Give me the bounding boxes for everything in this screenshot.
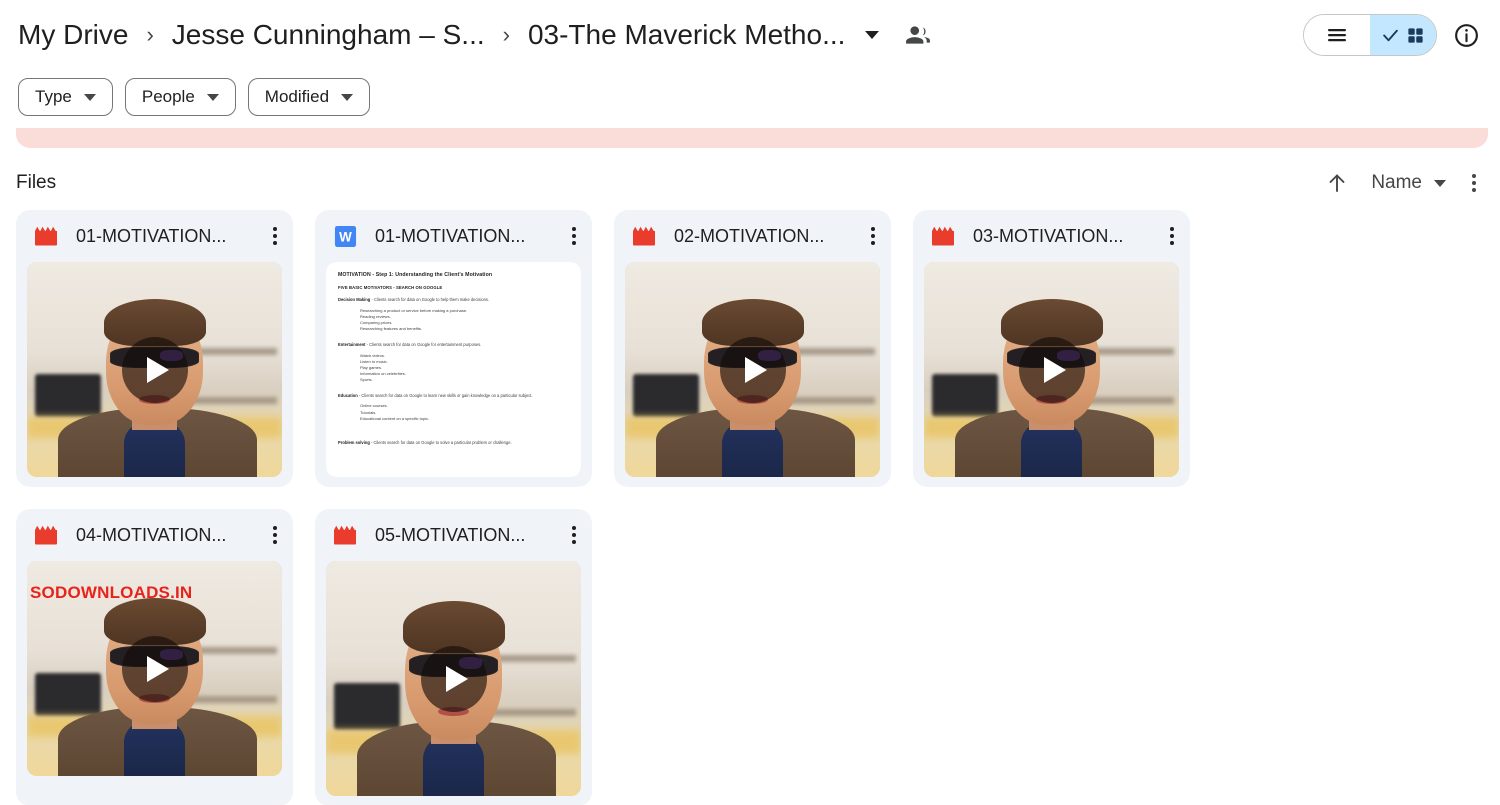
doc-list: Online courses. Tutorials. Educational c… bbox=[360, 403, 569, 422]
doc-paragraph: Education - Clients search for data on G… bbox=[338, 392, 533, 398]
file-name: 02-MOTIVATION... bbox=[674, 225, 825, 246]
file-thumbnail[interactable] bbox=[625, 262, 880, 477]
doc-title: MOTIVATION - Step 1: Understanding the C… bbox=[338, 272, 493, 278]
file-card[interactable]: W 01-MOTIVATION... MOTIVATION - Step 1: … bbox=[315, 210, 592, 487]
list-view-button[interactable] bbox=[1304, 15, 1370, 55]
file-thumbnail[interactable] bbox=[924, 262, 1179, 477]
file-card[interactable]: 02-MOTIVATION... bbox=[614, 210, 891, 487]
file-name: 01-MOTIVATION... bbox=[76, 225, 227, 246]
people-icon[interactable] bbox=[905, 22, 931, 48]
file-thumbnail[interactable]: SODOWNLOADS.IN bbox=[27, 561, 282, 776]
grid-view-button[interactable] bbox=[1370, 15, 1436, 55]
file-name: 01-MOTIVATION... bbox=[375, 225, 526, 246]
chevron-down-icon bbox=[206, 93, 219, 101]
info-circle-icon[interactable] bbox=[1453, 22, 1480, 49]
arrow-up-icon[interactable] bbox=[1325, 171, 1349, 195]
view-toggle bbox=[1303, 14, 1437, 56]
chevron-down-icon bbox=[1434, 179, 1446, 187]
word-doc-icon: W bbox=[333, 225, 357, 248]
video-clapperboard-icon bbox=[34, 525, 58, 545]
files-section-header: Files Name bbox=[0, 148, 1500, 196]
page-title: Files bbox=[16, 172, 57, 193]
breadcrumb-item-current-folder[interactable]: 03-The Maverick Metho... bbox=[524, 17, 849, 53]
sort-by-label: Name bbox=[1371, 172, 1422, 193]
play-button[interactable] bbox=[121, 635, 188, 702]
file-more-vert-icon[interactable] bbox=[863, 219, 883, 253]
filter-chip-bar: Type People Modified bbox=[0, 70, 1500, 116]
file-name: 05-MOTIVATION... bbox=[375, 524, 526, 545]
doc-list: Watch videos. Listen to music. Play game… bbox=[360, 353, 569, 384]
breadcrumb: My Drive › Jesse Cunningham – S... › 03-… bbox=[14, 17, 1303, 53]
file-more-vert-icon[interactable] bbox=[265, 219, 285, 253]
file-thumbnail[interactable] bbox=[326, 561, 581, 796]
file-card[interactable]: 04-MOTIVATION... SODOWNLOADS.IN bbox=[16, 509, 293, 805]
grid-icon bbox=[1408, 27, 1423, 43]
notification-banner bbox=[16, 128, 1488, 148]
chevron-down-icon bbox=[83, 93, 96, 101]
top-bar-actions bbox=[1303, 14, 1480, 56]
video-clapperboard-icon bbox=[333, 525, 357, 545]
file-card-header: W 01-MOTIVATION... bbox=[315, 210, 592, 262]
chevron-down-icon[interactable] bbox=[865, 31, 880, 39]
video-clapperboard-icon bbox=[632, 226, 656, 246]
doc-subtitle: FIVE BASIC MOTIVATORS - SEARCH ON GOOGLE bbox=[338, 285, 443, 290]
play-button[interactable] bbox=[1018, 336, 1085, 403]
file-name: 04-MOTIVATION... bbox=[76, 524, 227, 545]
doc-list: Researching a product or service before … bbox=[360, 308, 569, 333]
file-thumbnail[interactable]: MOTIVATION - Step 1: Understanding the C… bbox=[326, 262, 581, 477]
file-card[interactable]: 01-MOTIVATION... bbox=[16, 210, 293, 487]
filter-chip-label: Type bbox=[35, 87, 72, 106]
video-clapperboard-icon bbox=[931, 226, 955, 246]
file-more-vert-icon[interactable] bbox=[564, 518, 584, 552]
file-card-header: 05-MOTIVATION... bbox=[315, 509, 592, 561]
svg-text:W: W bbox=[339, 229, 352, 244]
play-button[interactable] bbox=[121, 336, 188, 403]
file-grid: 01-MOTIVATION... W 01-MOTIVATION... MOTI… bbox=[0, 196, 1500, 805]
file-name: 03-MOTIVATION... bbox=[973, 225, 1124, 246]
video-clapperboard-icon bbox=[34, 226, 58, 246]
sort-controls: Name bbox=[1325, 170, 1480, 196]
doc-paragraph: Entertainment - Clients search for data … bbox=[338, 341, 482, 347]
file-card[interactable]: 05-MOTIVATION... bbox=[315, 509, 592, 805]
sort-by-button[interactable]: Name bbox=[1371, 172, 1446, 194]
file-thumbnail[interactable] bbox=[27, 262, 282, 477]
filter-chip-people[interactable]: People bbox=[124, 78, 236, 116]
doc-list-item: Researching features and benefits. bbox=[360, 326, 423, 332]
chevron-down-icon bbox=[341, 93, 354, 101]
file-card[interactable]: 03-MOTIVATION... bbox=[913, 210, 1190, 487]
doc-list-item: Sports. bbox=[360, 377, 373, 383]
filter-chip-label: Modified bbox=[264, 87, 330, 106]
file-card-header: 02-MOTIVATION... bbox=[614, 210, 891, 262]
filter-chip-label: People bbox=[141, 87, 195, 106]
check-icon bbox=[1383, 29, 1398, 41]
document-preview: MOTIVATION - Step 1: Understanding the C… bbox=[326, 262, 581, 477]
breadcrumb-separator: › bbox=[502, 22, 510, 47]
filter-chip-type[interactable]: Type bbox=[18, 78, 113, 116]
file-card-header: 03-MOTIVATION... bbox=[913, 210, 1190, 262]
doc-list-item: Educational content on a specific topic. bbox=[360, 415, 430, 421]
file-more-vert-icon[interactable] bbox=[564, 219, 584, 253]
doc-paragraph: Problem solving - Clients search for dat… bbox=[338, 440, 512, 446]
more-vert-icon[interactable] bbox=[1468, 170, 1480, 196]
breadcrumb-separator: › bbox=[146, 22, 154, 47]
watermark-text: SODOWNLOADS.IN bbox=[30, 583, 193, 602]
filter-chip-modified[interactable]: Modified bbox=[247, 78, 371, 116]
play-button[interactable] bbox=[719, 336, 786, 403]
breadcrumb-item-my-drive[interactable]: My Drive bbox=[14, 17, 132, 53]
play-button[interactable] bbox=[420, 645, 487, 712]
file-more-vert-icon[interactable] bbox=[265, 518, 285, 552]
file-card-header: 01-MOTIVATION... bbox=[16, 210, 293, 262]
file-more-vert-icon[interactable] bbox=[1162, 219, 1182, 253]
file-card-header: 04-MOTIVATION... bbox=[16, 509, 293, 561]
breadcrumb-item-parent-folder[interactable]: Jesse Cunningham – S... bbox=[168, 17, 489, 53]
top-bar: My Drive › Jesse Cunningham – S... › 03-… bbox=[0, 0, 1500, 70]
doc-paragraph: Decision Making - Clients search for dat… bbox=[338, 297, 490, 302]
